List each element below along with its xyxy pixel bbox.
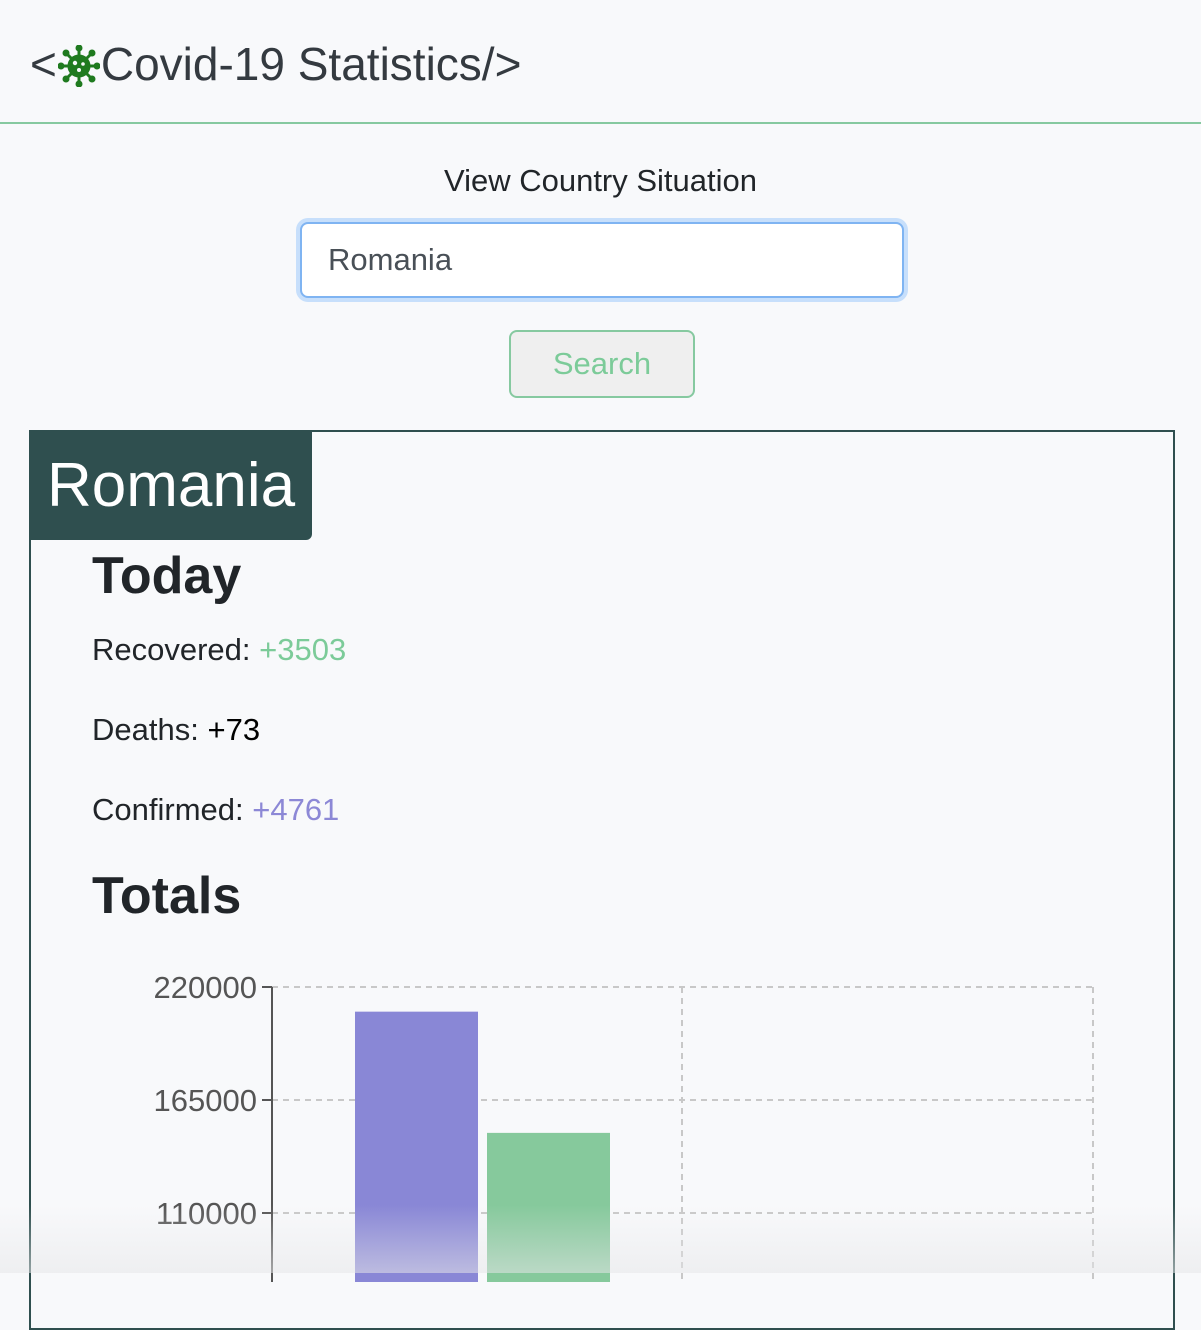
brand-prefix: < [30, 38, 57, 90]
search-button[interactable]: Search [509, 330, 695, 398]
country-search-input[interactable] [300, 222, 904, 298]
brand-title: Covid-19 Statistics/> [100, 38, 522, 90]
bar-recovered [487, 1132, 610, 1282]
y-tick-label: 110000 [156, 1196, 257, 1231]
navbar: < Covid-19 Statistics/> [0, 0, 1201, 124]
y-tick-label: 165000 [154, 1083, 257, 1118]
virus-icon [57, 43, 101, 88]
country-card: Romania Today Recovered: +3503 Deaths: +… [29, 430, 1175, 1330]
search-label: View Country Situation [443, 163, 758, 198]
totals-bar-chart: 220000 165000 110000 [154, 970, 1094, 1282]
brand-link[interactable]: < Covid-19 Statistics/> [30, 36, 521, 92]
bar-confirmed [355, 1011, 478, 1282]
y-tick-label: 220000 [154, 970, 257, 1005]
